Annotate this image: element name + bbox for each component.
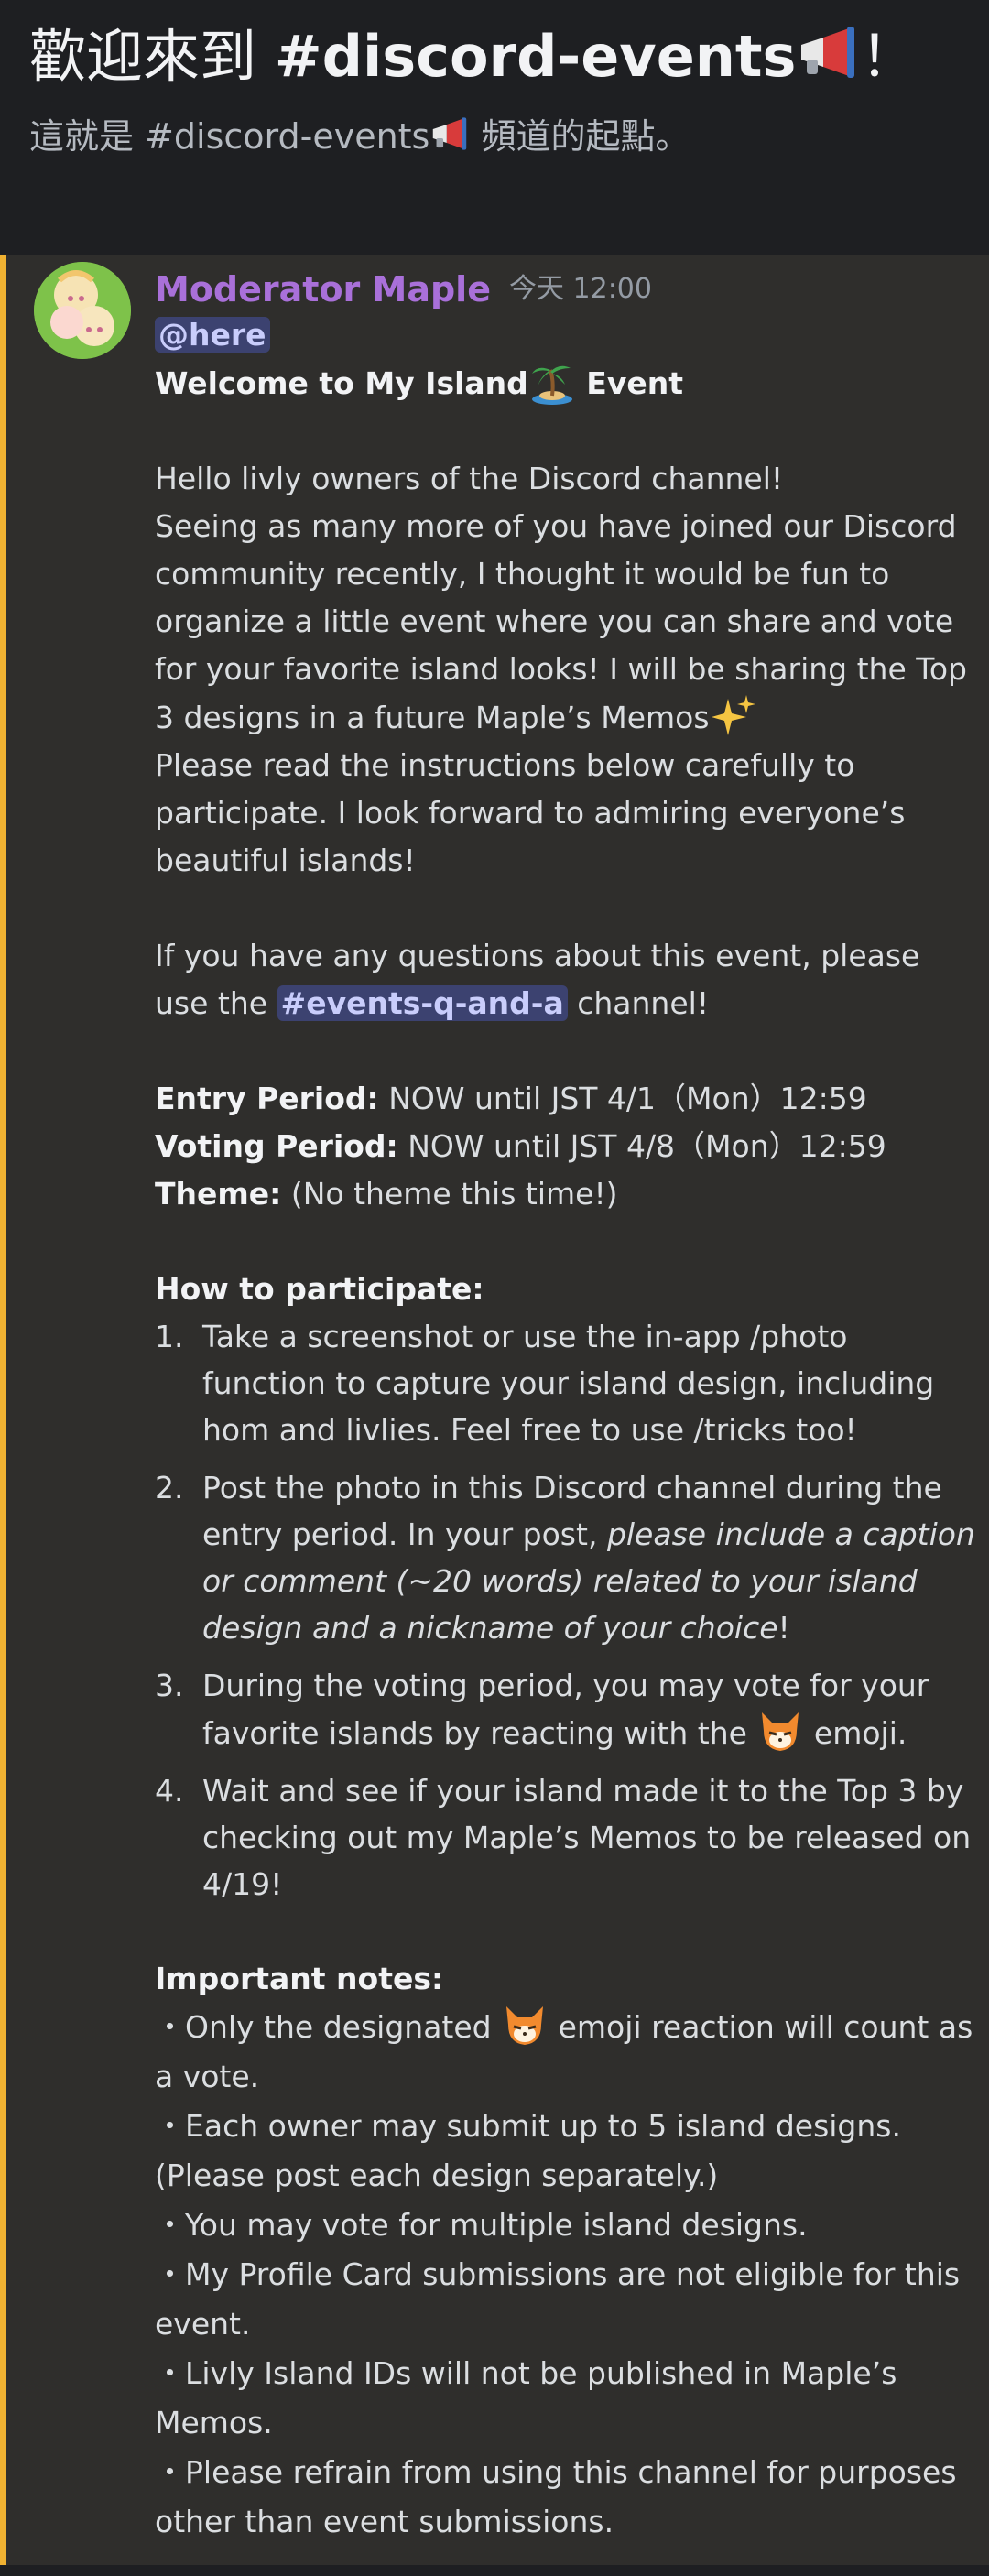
- subtitle-prefix: 這就是 #discord-events: [29, 116, 430, 157]
- entry-label: Entry Period:: [155, 1081, 379, 1116]
- step-number: 2.: [155, 1470, 184, 1505]
- steps-list: 1. Take a screenshot or use the in-app /p…: [155, 1313, 979, 1908]
- notes-list: ・Only the designated emoji reaction will…: [155, 2003, 979, 2547]
- step-number: 4.: [155, 1773, 184, 1809]
- note-item: ・You may vote for multiple island design…: [155, 2207, 808, 2243]
- bottom-divider: [0, 2565, 989, 2576]
- intro-paragraph: Seeing as many more of you have joined o…: [155, 503, 979, 742]
- title-prefix: 歡迎來到: [29, 23, 275, 90]
- theme-value: (No theme this time!): [281, 1176, 618, 1212]
- palm-island-icon: [528, 359, 576, 405]
- message-timestamp: 今天 12:00: [508, 273, 652, 305]
- how-to-heading: How to participate:: [155, 1271, 484, 1307]
- sparkles-icon: [710, 693, 757, 739]
- author-name[interactable]: Moderator Maple: [155, 269, 491, 310]
- title-suffix: ！: [860, 23, 918, 90]
- entry-period: Entry Period: NOW until JST 4/1（Mon）12:5…: [155, 1075, 979, 1123]
- step-text: Take a screenshot or use the in-app /pho…: [202, 1319, 935, 1448]
- subtitle-suffix: 頻道的起點。: [470, 116, 690, 157]
- intro-line-1: Hello livly owners of the Discord channe…: [155, 461, 784, 496]
- note-text: ・Only the designated: [155, 2009, 502, 2045]
- theme: Theme: (No theme this time!): [155, 1170, 979, 1218]
- step-text: Wait and see if your island made it to t…: [202, 1773, 972, 1902]
- fox-vote-emoji-icon: [501, 2003, 549, 2049]
- step-item: 2. Post the photo in this Discord channel…: [155, 1464, 979, 1651]
- megaphone-icon: [796, 24, 860, 97]
- step-item: 4. Wait and see if your island made it to…: [155, 1767, 979, 1908]
- heading-suffix: Event: [575, 365, 683, 401]
- heading-prefix: Welcome to My Island: [155, 365, 528, 401]
- here-mention[interactable]: @here: [155, 317, 270, 353]
- questions-line: If you have any questions about this eve…: [155, 932, 979, 1027]
- note-item: ・Livly Island IDs will not be published …: [155, 2355, 897, 2440]
- step-text-end: emoji.: [804, 1715, 907, 1751]
- message: Moderator Maple 今天 12:00 @here Welcome to…: [0, 255, 989, 2565]
- channel-welcome-header: 歡迎來到 #discord-events ！ 這就是 #discord-event…: [0, 0, 989, 255]
- notes-heading: Important notes:: [155, 1961, 444, 1996]
- note-item: ・Each owner may submit up to 5 island de…: [155, 2108, 901, 2193]
- theme-label: Theme:: [155, 1176, 282, 1212]
- intro-instructions: Please read the instructions below caref…: [155, 747, 906, 878]
- channel-welcome-title: 歡迎來到 #discord-events ！: [29, 20, 917, 97]
- fox-vote-emoji-icon: [756, 1709, 804, 1755]
- step-item: 1. Take a screenshot or use the in-app /p…: [155, 1313, 979, 1453]
- intro-text: Seeing as many more of you have joined o…: [155, 508, 967, 735]
- message-heading: Welcome to My Island Event: [155, 359, 979, 408]
- questions-suffix: channel!: [567, 985, 710, 1021]
- step-item: 3. During the voting period, you may vote…: [155, 1662, 979, 1756]
- channel-welcome-subtitle: 這就是 #discord-events 頻道的起點。: [29, 108, 690, 168]
- entry-value: NOW until JST 4/1（Mon）12:59: [378, 1081, 867, 1116]
- step-number: 1.: [155, 1319, 184, 1354]
- voting-value: NOW until JST 4/8（Mon）12:59: [397, 1128, 886, 1164]
- voting-label: Voting Period:: [155, 1128, 398, 1164]
- voting-period: Voting Period: NOW until JST 4/8（Mon）12:…: [155, 1123, 979, 1170]
- avatar[interactable]: [34, 262, 131, 359]
- message-content: @here Welcome to My Island Event Hello l…: [155, 311, 979, 2547]
- step-number: 3.: [155, 1668, 184, 1703]
- note-item: ・My Profile Card submissions are not eli…: [155, 2256, 961, 2342]
- note-item: ・Only the designated emoji reaction will…: [155, 2003, 979, 2102]
- channel-link-events-q-and-a[interactable]: #events-q-and-a: [277, 985, 568, 1021]
- message-header: Moderator Maple 今天 12:00: [155, 264, 652, 315]
- note-item: ・Please refrain from using this channel …: [155, 2454, 957, 2539]
- step-text-end: !: [777, 1610, 790, 1646]
- megaphone-icon: [429, 111, 470, 168]
- title-channel-name: #discord-events: [274, 23, 797, 90]
